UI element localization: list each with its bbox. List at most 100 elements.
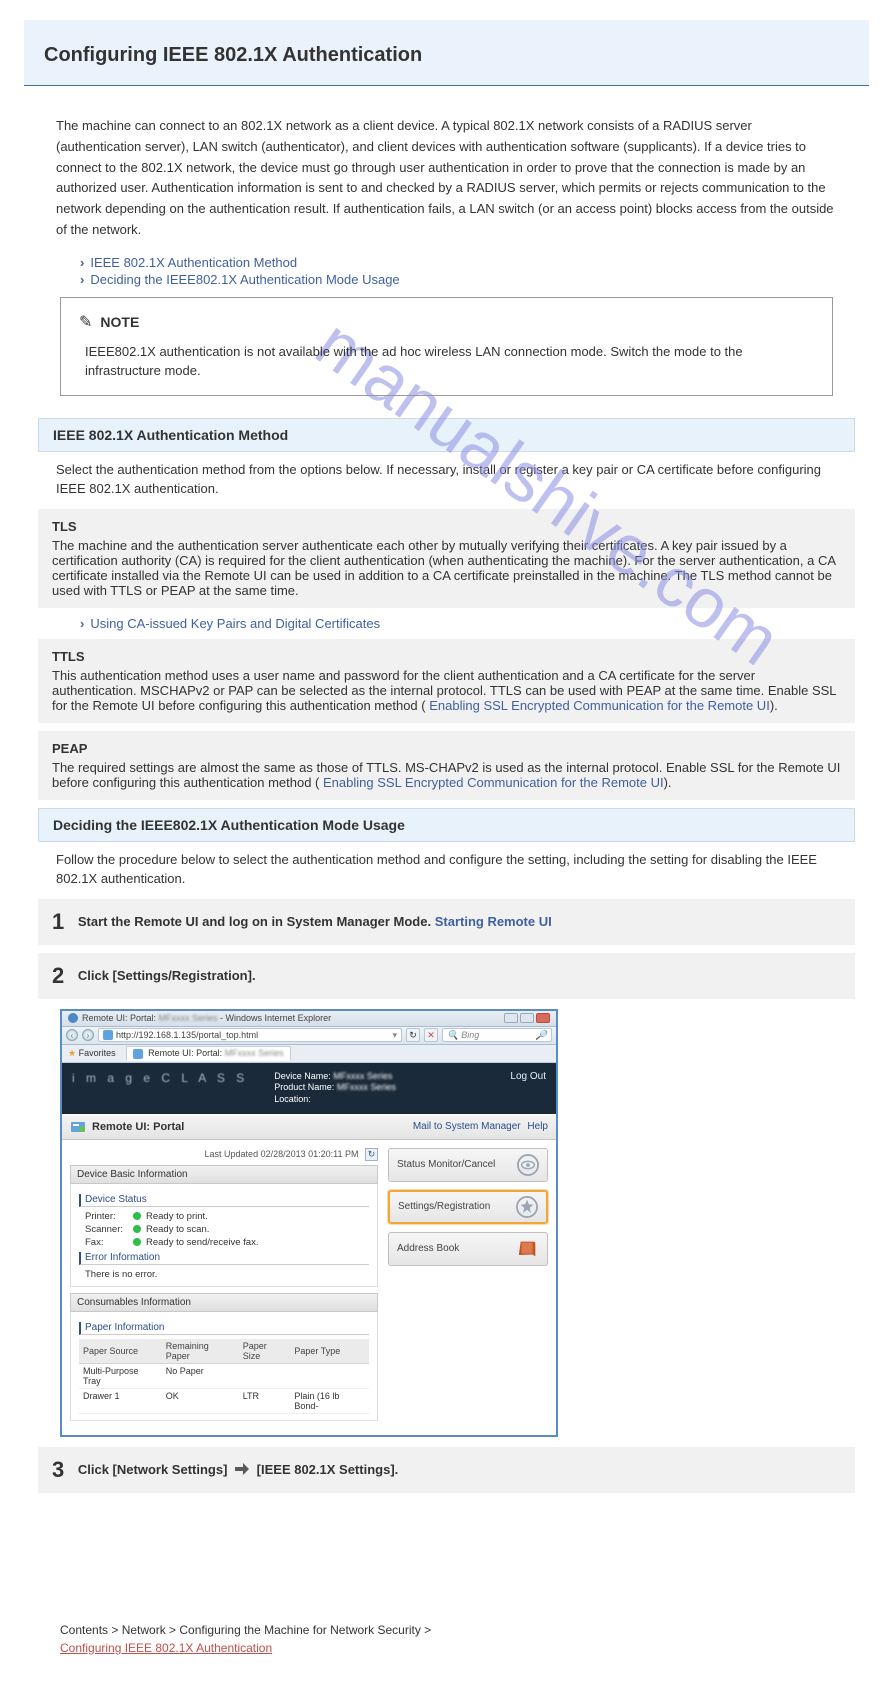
note-title: NOTE [79, 312, 814, 332]
tls-title: TLS [52, 519, 841, 534]
consumables-body: Paper Information Paper Source Remaining… [70, 1312, 378, 1421]
settings-registration-button[interactable]: Settings/Registration [388, 1190, 548, 1224]
favorites-button[interactable]: ★ Favorites [68, 1048, 116, 1059]
step-3-text: Click [Network Settings] [IEEE 802.1X Se… [78, 1462, 398, 1478]
max-button[interactable] [520, 1013, 534, 1023]
eye-icon [517, 1154, 539, 1176]
window-title: Remote UI: Portal: MFxxxx Series - Windo… [82, 1013, 331, 1023]
step-2-text: Click [Settings/Registration]. [78, 968, 256, 983]
table-row: Multi-Purpose TrayNo Paper [79, 1363, 369, 1388]
step-number-2: 2 [52, 963, 64, 989]
brand-logo: i m a g e C L A S S [72, 1071, 248, 1085]
link-ssl-inline[interactable]: Enabling SSL Encrypted Communication for… [429, 698, 770, 713]
book-icon [517, 1238, 539, 1260]
status-monitor-button[interactable]: Status Monitor/Cancel [388, 1148, 548, 1182]
portal-icon [70, 1119, 86, 1135]
method-body: Select the authentication method from th… [56, 460, 837, 499]
tls-block: TLS The machine and the authentication s… [38, 509, 855, 608]
ttls-block: TTLS This authentication method uses a u… [38, 639, 855, 723]
printer-status-row: Printer:Ready to print. [85, 1211, 369, 1222]
browser-titlebar: Remote UI: Portal: MFxxxx Series - Windo… [62, 1011, 556, 1027]
page: Configuring IEEE 802.1X Authentication T… [0, 0, 893, 1695]
portal-right: Status Monitor/Cancel Settings/Registrat… [388, 1148, 548, 1427]
help-link[interactable]: Help [527, 1121, 548, 1132]
status-dot-green [133, 1238, 141, 1246]
step-1: 1 Start the Remote UI and log on in Syst… [38, 899, 855, 945]
step-number-3: 3 [52, 1457, 64, 1483]
note-box: NOTE IEEE802.1X authentication is not av… [60, 297, 833, 396]
peap-block: PEAP The required settings are almost th… [38, 731, 855, 800]
link-deciding-header[interactable]: Deciding the IEEE802.1X Authentication M… [80, 272, 869, 287]
forward-button[interactable]: › [82, 1029, 94, 1041]
consumables-head: Consumables Information [70, 1293, 378, 1312]
step-number-1: 1 [52, 909, 64, 935]
step-2: 2 Click [Settings/Registration]. [38, 953, 855, 999]
refresh-icon[interactable]: ↻ [365, 1148, 378, 1161]
table-row: Drawer 1OKLTRPlain (16 lb Bond- [79, 1388, 369, 1413]
tab-icon [133, 1049, 143, 1059]
link-start-remote-ui[interactable]: Starting Remote UI [435, 914, 552, 929]
back-button[interactable]: ‹ [66, 1029, 78, 1041]
mail-link[interactable]: Mail to System Manager [413, 1121, 521, 1132]
status-dot-green [133, 1212, 141, 1220]
settings-icon [516, 1196, 538, 1218]
close-button[interactable] [536, 1013, 550, 1023]
footer-link[interactable]: Configuring IEEE 802.1X Authentication [60, 1641, 272, 1655]
title-band: Configuring IEEE 802.1X Authentication [24, 20, 869, 86]
step-1-text: Start the Remote UI and log on in System… [78, 914, 552, 929]
paper-table: Paper Source Remaining Paper Paper Size … [79, 1339, 369, 1414]
favorites-bar: ★ Favorites Remote UI: Portal: MFxxxx Se… [62, 1045, 556, 1063]
device-info: Device Name: MFxxxx Series Product Name:… [274, 1071, 396, 1106]
last-updated: Last Updated 02/28/2013 01:20:11 PM ↻ [70, 1148, 378, 1161]
search-go-icon[interactable]: 🔎 [536, 1030, 547, 1041]
peap-body: The required settings are almost the sam… [52, 760, 841, 790]
portal-body: Last Updated 02/28/2013 01:20:11 PM ↻ De… [62, 1140, 556, 1435]
methods-links: IEEE 802.1X Authentication Method Decidi… [80, 255, 869, 287]
page-title: Configuring IEEE 802.1X Authentication [44, 44, 849, 67]
ttls-body: This authentication method uses a user n… [52, 668, 841, 713]
basic-info-body: Device Status Printer:Ready to print. Sc… [70, 1184, 378, 1287]
browser-navbar: ‹ › http://192.168.1.135/portal_top.html… [62, 1027, 556, 1045]
portal-title: Remote UI: Portal [92, 1121, 184, 1133]
step-3: 3 Click [Network Settings] [IEEE 802.1X … [38, 1447, 855, 1493]
scanner-status-row: Scanner:Ready to scan. [85, 1224, 369, 1235]
min-button[interactable] [504, 1013, 518, 1023]
page-icon [103, 1030, 113, 1040]
link-ca-keys[interactable]: Using CA-issued Key Pairs and Digital Ce… [80, 616, 869, 631]
link-ssl-inline-2[interactable]: Enabling SSL Encrypted Communication for… [323, 775, 664, 790]
globe-icon [68, 1013, 78, 1023]
mail-help-links: Mail to System Manager Help [413, 1121, 548, 1132]
address-book-button[interactable]: Address Book [388, 1232, 548, 1266]
section-bar-method: IEEE 802.1X Authentication Method [38, 418, 855, 452]
paper-info-head: Paper Information [79, 1322, 369, 1335]
device-status-head: Device Status [79, 1194, 369, 1207]
tls-body: The machine and the authentication serve… [52, 538, 841, 598]
search-box[interactable]: 🔍 Bing 🔎 [442, 1028, 552, 1042]
portal-left: Last Updated 02/28/2013 01:20:11 PM ↻ De… [70, 1148, 378, 1427]
address-bar[interactable]: http://192.168.1.135/portal_top.html ▾ [98, 1028, 402, 1042]
star-icon: ★ [68, 1048, 76, 1058]
refresh-button[interactable]: ↻ [406, 1028, 420, 1042]
stop-button[interactable]: ✕ [424, 1028, 438, 1042]
status-dot-green [133, 1225, 141, 1233]
dropdown-icon[interactable]: ▾ [392, 1030, 397, 1041]
footer-breadcrumb: Contents > Network > Configuring the Mac… [60, 1623, 833, 1655]
section-bar-deciding: Deciding the IEEE802.1X Authentication M… [38, 808, 855, 842]
deciding-body: Follow the procedure below to select the… [56, 850, 837, 889]
active-tab[interactable]: Remote UI: Portal: MFxxxx Series [126, 1046, 291, 1061]
screenshot: Remote UI: Portal: MFxxxx Series - Windo… [60, 1009, 558, 1437]
logout-link[interactable]: Log Out [510, 1071, 546, 1106]
table-header: Paper Source Remaining Paper Paper Size … [79, 1339, 369, 1364]
arrow-icon [235, 1463, 249, 1478]
peap-title: PEAP [52, 741, 841, 756]
note-body: IEEE802.1X authentication is not availab… [85, 342, 814, 381]
device-header: i m a g e C L A S S Device Name: MFxxxx … [62, 1063, 556, 1114]
basic-info-head: Device Basic Information [70, 1165, 378, 1184]
intro-paragraph: The machine can connect to an 802.1X net… [56, 116, 837, 241]
error-info-body: There is no error. [85, 1269, 369, 1280]
ttls-title: TTLS [52, 649, 841, 664]
portal-bar: Remote UI: Portal Mail to System Manager… [62, 1114, 556, 1140]
search-icon: 🔍 [447, 1030, 458, 1041]
link-method-header[interactable]: IEEE 802.1X Authentication Method [80, 255, 869, 270]
fax-status-row: Fax:Ready to send/receive fax. [85, 1237, 369, 1248]
